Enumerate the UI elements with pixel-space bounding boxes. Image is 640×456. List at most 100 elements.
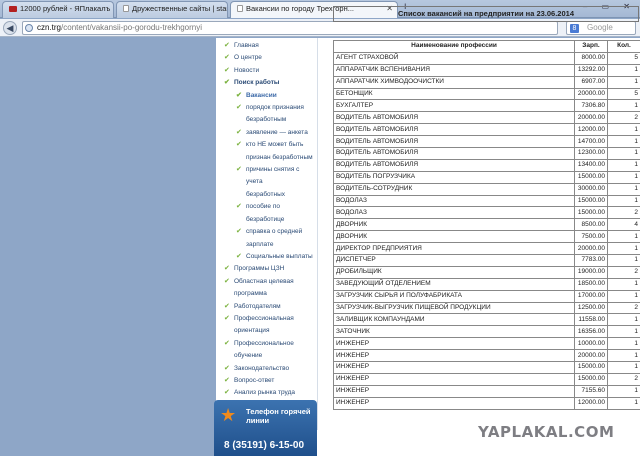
sidebar-item[interactable]: ✔ справка о средней <box>224 226 317 238</box>
profession-cell: ЗАГРУЗЧИК-ВЫГРУЗЧИК ПИЩЕВОЙ ПРОДУКЦИИ <box>333 301 575 315</box>
profession-cell: АППАРАТЧИК ХИМВОДООЧИСТКИ <box>333 75 575 89</box>
table-row: ВОДИТЕЛЬ АВТОМОБИЛЯ 14700.00 1 <box>333 135 640 149</box>
salary-cell: 7306.80 <box>574 99 608 113</box>
sidebar-item[interactable]: безработным <box>224 114 317 126</box>
sidebar-item[interactable]: ✔ Новости <box>224 65 317 77</box>
table-row: ЗАВЕДУЮЩИЙ ОТДЕЛЕНИЕМ 18500.00 1 <box>333 277 640 291</box>
salary-cell: 15000.00 <box>574 206 608 220</box>
count-cell: 1 <box>607 289 640 303</box>
sidebar-item[interactable]: ✔ Профессиональное <box>224 338 317 350</box>
address-bar[interactable]: czn.trg/content/vakansii-po-gorodu-trekh… <box>22 21 558 35</box>
salary-cell: 20000.00 <box>574 87 608 101</box>
table-row: ДИСПЕТЧЕР 7783.00 1 <box>333 254 640 267</box>
sidebar-item[interactable]: ✔ кто НЕ может быть <box>224 139 317 151</box>
url-path: /content/vakansii-po-gorodu-trekhgornyi <box>61 23 202 32</box>
count-cell: 1 <box>607 182 640 196</box>
profession-cell: ЗАГРУЗЧИК СЫРЬЯ И ПОЛУФАБРИКАТА <box>333 289 575 303</box>
sidebar-item[interactable]: ✔ Областная целевая <box>224 276 317 288</box>
sidebar-item[interactable]: ✔ Поиск работы <box>224 77 317 89</box>
sidebar-item[interactable]: ориентация <box>224 325 317 337</box>
checkmark-icon: ✔ <box>236 252 242 260</box>
checkmark-icon: ✔ <box>224 376 230 384</box>
search-engine-icon[interactable]: 8 <box>570 24 579 33</box>
sidebar-item-label: программа <box>234 290 267 298</box>
hotline-phone: 8 (35191) 6-15-00 <box>224 440 305 451</box>
sidebar-item[interactable]: ✔ пособие по безработице <box>224 201 317 226</box>
sidebar-item-label: обучение <box>234 352 263 360</box>
sidebar-item-label: Главная <box>234 42 259 49</box>
sidebar-item[interactable]: ✔ О центре <box>224 52 317 64</box>
sidebar-item[interactable]: ✔ Вакансии <box>224 90 317 102</box>
sidebar-item[interactable]: ✔ Работодателям <box>224 301 317 313</box>
sidebar-item[interactable]: ✔ Программы ЦЗН <box>224 263 317 275</box>
table-row: ИНЖЕНЕР 12000.00 1 <box>333 396 640 410</box>
sidebar-item[interactable]: ✔ Главная <box>224 40 317 52</box>
tab-yaplakal[interactable]: 12000 рублей - ЯПлакалъ <box>2 1 114 18</box>
profession-cell: ВОДИТЕЛЬ АВТОМОБИЛЯ <box>333 147 575 160</box>
salary-cell: 16356.00 <box>574 325 608 339</box>
sidebar-item[interactable]: ✔ порядок признания <box>224 102 317 114</box>
checkmark-icon: ✔ <box>236 128 242 136</box>
search-input[interactable]: 8 Google <box>566 21 636 35</box>
table-row: ЗАЛИВЩИК КОМПАУНДАМИ 11558.00 1 <box>333 313 640 327</box>
checkmark-icon: ✔ <box>236 104 242 112</box>
checkmark-icon: ✔ <box>224 389 230 397</box>
table-row: АППАРАТЧИК ХИМВОДООЧИСТКИ 6907.00 1 <box>333 75 640 89</box>
table-row: ИНЖЕНЕР 10000.00 1 <box>333 337 640 351</box>
profession-cell: ВОДИТЕЛЬ АВТОМОБИЛЯ <box>333 135 575 149</box>
sidebar-item-label: О центре <box>234 54 262 62</box>
column-header-count: Кол. <box>607 40 640 53</box>
sidebar-item-label: справка о средней <box>246 228 303 236</box>
sidebar-item[interactable]: ✔ причины снятия с учета <box>224 164 317 189</box>
sidebar-item[interactable]: зарплате <box>224 239 317 251</box>
profession-cell: ИНЖЕНЕР <box>333 372 575 386</box>
count-cell: 1 <box>607 194 640 208</box>
sidebar-item[interactable]: ✔ заявление — анкета <box>224 127 317 139</box>
sidebar-item[interactable]: безработных <box>224 189 317 201</box>
salary-cell: 6907.00 <box>574 75 608 89</box>
profession-cell: ВОДИТЕЛЬ АВТОМОБИЛЯ <box>333 111 575 125</box>
checkmark-icon: ✔ <box>236 228 242 236</box>
salary-cell: 18500.00 <box>574 277 608 291</box>
hotline-title: Телефон горячей линии <box>246 407 311 425</box>
sidebar-item[interactable]: программа <box>224 288 317 300</box>
profession-cell: ИНЖЕНЕР <box>333 384 575 398</box>
profession-cell: БУХГАЛТЕР <box>333 99 575 113</box>
sidebar-item-label: Анализ рынка труда <box>234 389 295 397</box>
salary-cell: 12000.00 <box>574 123 608 137</box>
sidebar-item[interactable]: обучение <box>224 350 317 362</box>
table-row: АГЕНТ СТРАХОВОЙ 8000.00 5 <box>333 51 640 65</box>
sidebar-item-label: Программы ЦЗН <box>234 265 285 273</box>
checkmark-icon: ✔ <box>224 265 230 273</box>
table-row: ВОДИТЕЛЬ АВТОМОБИЛЯ 12000.00 1 <box>333 123 640 137</box>
sidebar-item-label: Законодательство <box>234 364 290 372</box>
count-cell: 1 <box>607 337 640 351</box>
salary-cell: 14700.00 <box>574 135 608 149</box>
table-row: ЗАГРУЗЧИК-ВЫГРУЗЧИК ПИЩЕВОЙ ПРОДУКЦИИ 125… <box>333 301 640 315</box>
profession-cell: ВОДОЛАЗ <box>333 194 575 208</box>
profession-cell: ДИСПЕТЧЕР <box>333 254 575 267</box>
profession-cell: ДИРЕКТОР ПРЕДПРИЯТИЯ <box>333 242 575 256</box>
back-button[interactable]: ◀ <box>3 21 17 35</box>
sidebar-item-label: Новости <box>234 66 260 74</box>
count-cell: 2 <box>607 265 640 279</box>
sidebar-item[interactable]: ✔ Вопрос-ответ <box>224 375 317 387</box>
salary-cell: 7500.00 <box>574 230 608 244</box>
salary-cell: 19000.00 <box>574 265 608 279</box>
sidebar-item[interactable]: ✔ Профессиональная <box>224 313 317 325</box>
salary-cell: 17000.00 <box>574 289 608 303</box>
table-row: БУХГАЛТЕР 7306.80 1 <box>333 99 640 113</box>
sidebar-item[interactable]: ✔ Законодательство <box>224 363 317 375</box>
table-row: ИНЖЕНЕР 15000.00 1 <box>333 361 640 374</box>
sidebar-item-label: Вопрос-ответ <box>234 376 275 384</box>
profession-cell: ВОДИТЕЛЬ ПОГРУЗЧИКА <box>333 170 575 184</box>
profession-cell: ИНЖЕНЕР <box>333 361 575 374</box>
sidebar-item[interactable]: ✔ Социальные выплаты <box>224 251 317 263</box>
profession-cell: ИНЖЕНЕР <box>333 337 575 351</box>
tab-friendly-sites[interactable]: Дружественные сайты | start.t <box>116 1 228 18</box>
sidebar-item[interactable]: признан безработным <box>224 152 317 164</box>
sidebar-item[interactable]: ✔ Анализ рынка труда <box>224 387 317 399</box>
table-row: ДИРЕКТОР ПРЕДПРИЯТИЯ 20000.00 1 <box>333 242 640 256</box>
hotline-banner[interactable]: ★ Телефон горячей линии 8 (35191) 6-15-0… <box>214 400 317 456</box>
count-cell: 1 <box>607 396 640 410</box>
